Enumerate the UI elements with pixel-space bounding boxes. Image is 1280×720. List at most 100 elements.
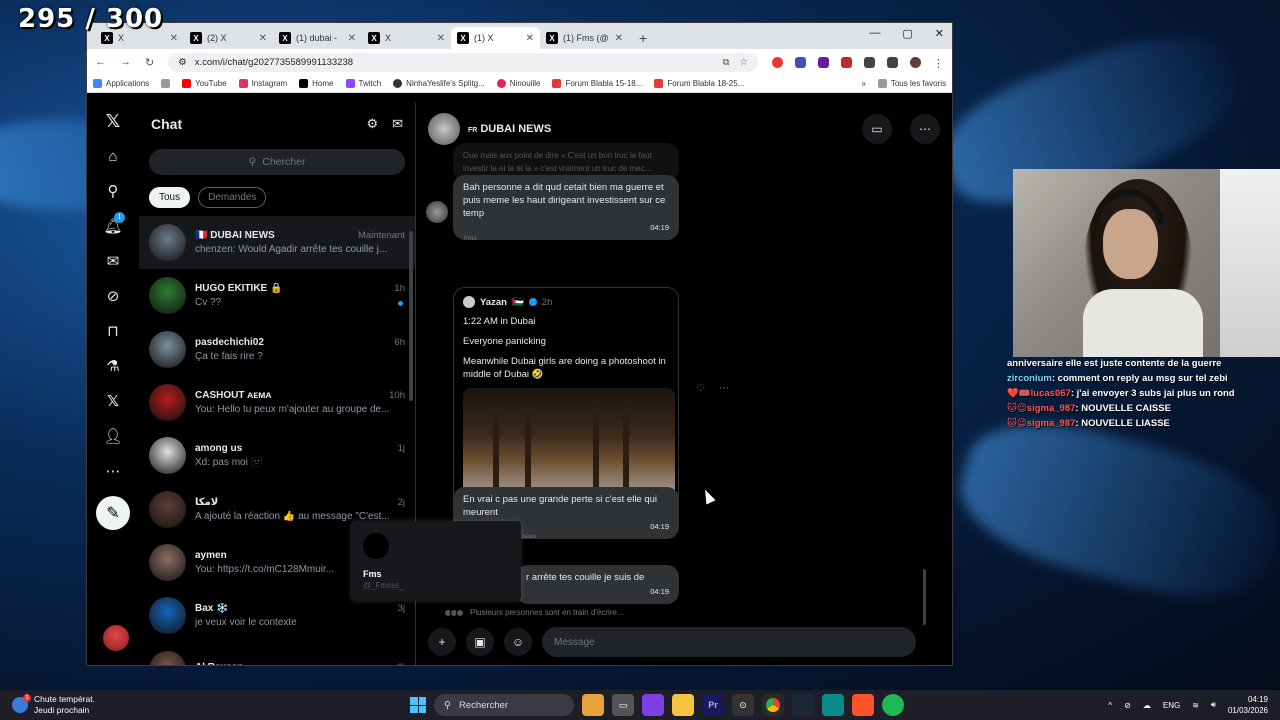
bookmark-star-icon[interactable]: ☆ bbox=[739, 57, 748, 68]
forward-icon[interactable]: → bbox=[120, 56, 131, 68]
messages-icon[interactable]: ✉ bbox=[101, 251, 125, 271]
emoji-button[interactable]: ☺ bbox=[504, 628, 532, 656]
conversation-item[interactable]: Al Rayaan3j bbox=[139, 642, 415, 665]
avatar[interactable] bbox=[103, 625, 129, 651]
language-indicator[interactable]: ENG bbox=[1163, 701, 1180, 710]
new-tab-button[interactable]: + bbox=[629, 27, 657, 49]
extension-icon[interactable] bbox=[841, 56, 852, 68]
more-bookmarks-icon[interactable]: » bbox=[861, 79, 865, 88]
x-logo-icon[interactable]: 𝕏 bbox=[101, 111, 125, 131]
filter-all[interactable]: Tous bbox=[149, 187, 191, 208]
conversation-item[interactable]: pasdechichi02 6h Ça te fais rire ? bbox=[139, 323, 415, 376]
app-tray-icon[interactable]: ⊘ bbox=[1124, 701, 1131, 710]
spotify-icon[interactable] bbox=[882, 694, 904, 716]
jobs-icon[interactable]: ⚗ bbox=[101, 356, 125, 376]
notifications-icon[interactable]: 🔔︎ 1 bbox=[101, 212, 125, 236]
widgets-icon[interactable] bbox=[582, 694, 604, 716]
clock[interactable]: 04:19 01/03/2026 bbox=[1228, 694, 1268, 716]
wifi-icon[interactable]: ≋ bbox=[1192, 701, 1199, 710]
close-tab-icon[interactable]: ✕ bbox=[348, 33, 356, 44]
bookmarks-icon[interactable]: ⊓ bbox=[101, 321, 125, 341]
filter-requests[interactable]: Demandes bbox=[198, 187, 267, 208]
app-icon[interactable] bbox=[822, 694, 844, 716]
more-options-button[interactable]: ⋯ bbox=[910, 114, 940, 144]
app-icon[interactable] bbox=[642, 694, 664, 716]
scrollbar[interactable] bbox=[923, 569, 926, 625]
app-tray-icon[interactable]: ☁ bbox=[1143, 701, 1151, 710]
profile-icon[interactable]: 👤︎ bbox=[101, 426, 125, 446]
message-bubble[interactable]: Bah personne a dit qud cetait bien ma gu… bbox=[453, 175, 679, 240]
chevron-up-icon[interactable]: ^ bbox=[1108, 701, 1112, 710]
post-button[interactable]: ✎ bbox=[96, 496, 130, 530]
close-tab-icon[interactable]: ✕ bbox=[615, 33, 623, 44]
close-tab-icon[interactable]: ✕ bbox=[259, 33, 267, 44]
sender-avatar[interactable] bbox=[426, 201, 448, 223]
extension-icon[interactable] bbox=[795, 56, 806, 68]
browser-tab[interactable]: X (2) X ✕ bbox=[184, 27, 273, 49]
browser-tab[interactable]: X (1) dubai - ✕ bbox=[273, 27, 362, 49]
bookmark[interactable]: Ninouille bbox=[496, 79, 540, 88]
video-call-button[interactable]: ▭ bbox=[862, 114, 892, 144]
bookmark[interactable]: YouTube bbox=[182, 79, 227, 88]
back-icon[interactable]: ← bbox=[95, 56, 106, 68]
app-icon[interactable]: ⊙ bbox=[732, 694, 754, 716]
new-message-icon[interactable]: ✉ bbox=[392, 116, 403, 132]
minimize-icon[interactable]: — bbox=[869, 27, 880, 40]
steam-icon[interactable] bbox=[792, 694, 814, 716]
maximize-icon[interactable]: ▢ bbox=[902, 27, 912, 40]
all-bookmarks[interactable]: Tous les favoris bbox=[877, 79, 946, 88]
settings-icon[interactable]: ⚙ bbox=[366, 116, 378, 132]
bookmark[interactable]: Applications bbox=[93, 79, 149, 88]
taskbar-search[interactable]: ⚲ Rechercher bbox=[434, 694, 574, 716]
conversation-item[interactable]: among us 1j Xd: pas moi 🫥 bbox=[139, 429, 415, 482]
browser-tab-active[interactable]: X (1) X ✕ bbox=[451, 27, 540, 49]
message-input[interactable]: Message bbox=[542, 627, 916, 657]
menu-icon[interactable]: ⋮ bbox=[933, 57, 944, 70]
tweet-author[interactable]: Yazan 🇵🇸 2h bbox=[463, 296, 669, 308]
bookmark[interactable]: Instagram bbox=[238, 79, 287, 88]
premiere-icon[interactable]: Pr bbox=[702, 694, 724, 716]
message-bubble[interactable]: r arrête tes couille je suis de 04:19 bbox=[516, 565, 679, 604]
puzzle-icon[interactable] bbox=[864, 56, 875, 68]
react-icon[interactable]: ♡ bbox=[696, 383, 705, 394]
close-tab-icon[interactable]: ✕ bbox=[526, 33, 534, 44]
bookmark[interactable]: NinhaYeslife's Splitg... bbox=[393, 79, 485, 88]
more-icon[interactable]: ⋯ bbox=[719, 383, 729, 394]
chrome-icon[interactable] bbox=[762, 694, 784, 716]
gif-button[interactable]: ▣ bbox=[466, 628, 494, 656]
close-tab-icon[interactable]: ✕ bbox=[170, 33, 178, 44]
bookmark[interactable]: Twitch bbox=[345, 79, 381, 88]
media-icon[interactable] bbox=[887, 56, 898, 68]
shared-tweet-card[interactable]: Yazan 🇵🇸 2h 1:22 AM in Dubai Everyone pani… bbox=[453, 287, 679, 519]
conversation-item[interactable]: CASHOUT ᴀᴇᴍᴀ 10h You: Hello tu peux m'ajou… bbox=[139, 376, 415, 429]
extension-icon[interactable] bbox=[818, 56, 829, 68]
bookmark[interactable] bbox=[161, 79, 171, 88]
file-explorer-icon[interactable] bbox=[672, 694, 694, 716]
profile-avatar[interactable] bbox=[910, 56, 921, 68]
conversation-item[interactable]: 🇫🇷 DUBAI NEWS Maintenant chenzen: Would Ag… bbox=[139, 216, 415, 270]
add-attachment-button[interactable]: + bbox=[428, 628, 456, 656]
volume-icon[interactable]: 🔊︎ bbox=[1211, 700, 1216, 710]
search-input[interactable]: ⚲ Chercher bbox=[149, 149, 405, 175]
task-view-icon[interactable]: ▭ bbox=[612, 694, 634, 716]
browser-tab[interactable]: X X ✕ bbox=[362, 27, 451, 49]
weather-widget[interactable]: 1 Chute températ. Jeudi prochain bbox=[0, 694, 300, 716]
browser-tab[interactable]: X (1) Fms (@ ✕ bbox=[540, 27, 629, 49]
close-tab-icon[interactable]: ✕ bbox=[437, 33, 445, 44]
url-field[interactable]: ⚙ x.com/i/chat/g2027735589991133238 ⧉ ☆ bbox=[168, 52, 758, 72]
home-icon[interactable]: ⌂ bbox=[101, 146, 125, 166]
close-window-icon[interactable]: ✕ bbox=[935, 27, 944, 40]
site-info-icon[interactable]: ⚙ bbox=[178, 57, 187, 68]
scrollbar[interactable] bbox=[409, 231, 413, 401]
start-icon[interactable] bbox=[410, 697, 426, 713]
bookmark[interactable]: Forum Blabla 18-25... bbox=[654, 79, 744, 88]
reload-icon[interactable]: ↻ bbox=[145, 56, 154, 69]
bookmark[interactable]: Home bbox=[299, 79, 334, 88]
grok-icon[interactable]: ⊘ bbox=[101, 286, 125, 306]
install-icon[interactable]: ⧉ bbox=[723, 57, 730, 68]
opera-icon[interactable] bbox=[772, 56, 783, 68]
premium-icon[interactable]: 𝕏 bbox=[101, 391, 125, 411]
brave-icon[interactable] bbox=[852, 694, 874, 716]
bookmark[interactable]: Forum Blabla 15-18... bbox=[552, 79, 642, 88]
conversation-item[interactable]: HUGO EKITIKE 🔒 1h Cv ?? bbox=[139, 269, 415, 322]
